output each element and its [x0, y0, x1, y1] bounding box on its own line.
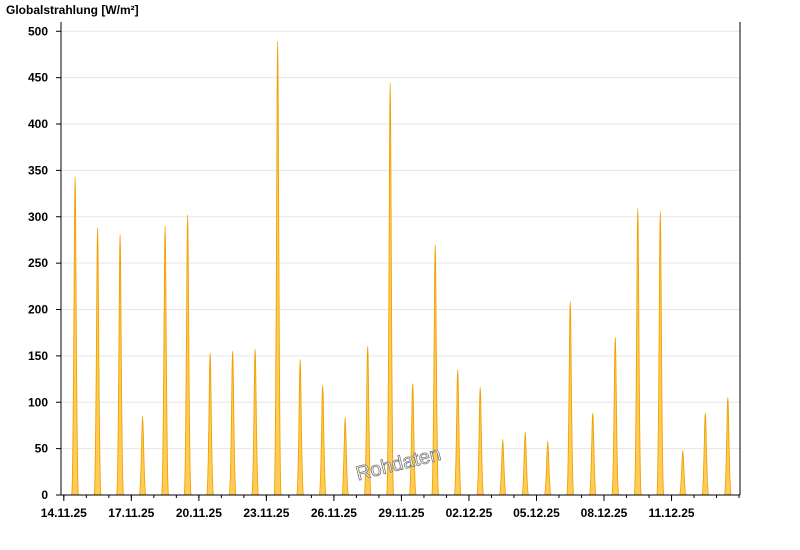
x-tick-label: 23.11.25	[243, 506, 289, 520]
y-axis-label: Globalstrahlung [W/m²]	[6, 3, 139, 17]
data-peak	[71, 176, 79, 496]
data-peak	[273, 41, 282, 496]
y-tick-label: 350	[28, 163, 48, 177]
data-peak	[341, 416, 349, 496]
data-peak	[206, 352, 214, 496]
data-peak	[678, 450, 687, 496]
data-peak	[611, 336, 620, 496]
data-peak	[521, 431, 530, 496]
data-peak	[138, 415, 147, 496]
data-peak	[588, 412, 597, 496]
y-tick-label: 250	[28, 256, 48, 270]
radiation-chart: Globalstrahlung [W/m²] 0 50 100 150 200 250 30…	[6, 3, 741, 520]
data-peak	[723, 397, 732, 496]
y-tick-label: 200	[28, 303, 48, 317]
x-tick-label: 17.11.25	[108, 506, 154, 520]
y-tick-label: 450	[28, 71, 48, 85]
x-tick-label: 26.11.25	[311, 506, 357, 520]
data-peak	[251, 348, 259, 496]
y-tick-label: 150	[28, 349, 48, 363]
y-tick-label: 0	[41, 488, 48, 502]
y-tick-label: 400	[28, 117, 48, 131]
data-area	[71, 41, 732, 496]
x-tick-label: 20.11.25	[176, 506, 222, 520]
data-peak	[476, 386, 485, 496]
data-peak	[228, 350, 237, 496]
data-peak	[296, 359, 304, 496]
data-peak	[183, 214, 192, 496]
data-peak	[566, 300, 575, 496]
x-tick-label: 14.11.25	[41, 506, 87, 520]
x-tick-label: 08.12.25	[581, 506, 628, 520]
x-tick-label: 11.12.25	[649, 506, 695, 520]
y-tick-label: 300	[28, 210, 48, 224]
data-peak	[633, 207, 642, 496]
data-peak	[701, 412, 710, 496]
x-tick-label: 02.12.25	[446, 506, 493, 520]
data-peak	[116, 233, 124, 496]
y-tick-label: 50	[35, 442, 49, 456]
data-peak	[161, 225, 169, 496]
data-peak	[408, 383, 417, 496]
data-peak	[656, 210, 665, 496]
data-peak	[453, 369, 462, 496]
y-ticks: 0 50 100 150 200 250 300 350 400 450 500	[28, 24, 61, 502]
data-peak	[543, 440, 552, 496]
x-tick-label: 29.11.25	[378, 506, 424, 520]
data-peak	[386, 82, 395, 496]
x-tick-label: 05.12.25	[513, 506, 560, 520]
y-tick-label: 500	[28, 24, 48, 38]
data-peak	[498, 438, 507, 496]
x-ticks: 14.11.25 17.11.25 20.11.25 23.11.25 26.11.25…	[41, 495, 740, 520]
y-tick-label: 100	[28, 395, 48, 409]
data-peak	[93, 227, 102, 496]
